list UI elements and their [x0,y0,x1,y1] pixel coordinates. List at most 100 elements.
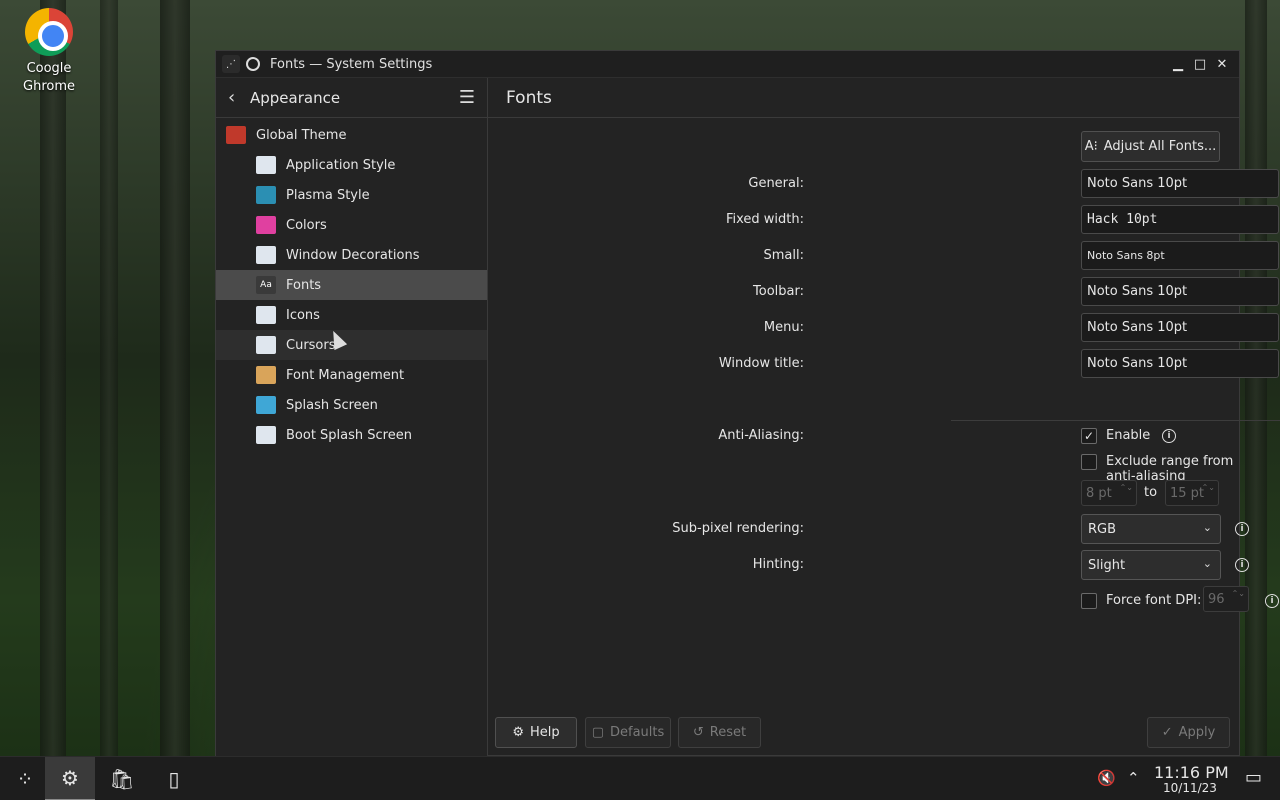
sidebar-item-global-theme[interactable]: Global Theme [216,120,487,150]
chevron-down-icon: ⌄ [1202,557,1212,570]
help-icon: ⚙ [512,725,524,740]
desktop-icon-label: Coogle [26,61,72,76]
menu-font-field[interactable]: Noto Sans 10pt [1081,313,1279,342]
boot-splash-screen-icon [256,426,276,444]
plasma-style-icon [256,186,276,204]
maximize-button[interactable]: □ [1189,53,1211,75]
range-to-value: 15 pt [1170,485,1205,501]
sidebar-item-application-style[interactable]: Application Style [216,150,487,180]
app-launcher-icon[interactable]: ⁘ [0,757,50,800]
sidebar-title: Appearance [250,88,341,107]
help-button[interactable]: ⚙ Help [495,717,577,748]
reset-label: Reset [709,725,747,740]
help-label: Help [530,725,560,740]
sidebar-item-label: Icons [286,307,320,323]
toolbar-font-label: Toolbar: [753,284,804,299]
defaults-button[interactable]: ▢ Defaults [585,717,671,748]
sidebar-item-icons[interactable]: Icons [216,300,487,330]
small-font-field[interactable]: Noto Sans 8pt [1081,241,1279,270]
sidebar-item-label: Splash Screen [286,397,378,413]
defaults-label: Defaults [610,725,665,740]
spin-arrows-icon: ⌃⌄ [1231,589,1245,598]
anti-aliasing-enable-checkbox[interactable]: ✓ [1081,428,1097,444]
sidebar-list: Global Theme Application Style Plasma Styl… [216,118,487,450]
apply-icon: ✓ [1161,725,1173,740]
icons-icon [256,306,276,324]
sidebar-item-label: Boot Splash Screen [286,427,412,443]
close-button[interactable]: ✕ [1211,53,1233,75]
system-settings-window: ⋰ Fonts — System Settings ▁ □ ✕ ‹ Appear… [215,50,1280,756]
range-from-value: 8 pt [1086,485,1112,501]
general-font-label: General: [748,176,804,191]
main-panel: Fonts A⁝ Adjust All Fonts... General: Not… [488,78,1280,756]
show-desktop-icon[interactable]: ▭ [1245,767,1262,788]
adjust-all-fonts-label: Adjust All Fonts... [1103,139,1217,154]
sidebar-item-label: Fonts [286,277,322,293]
sidebar-item-label: Font Management [286,367,405,383]
window-app-icon[interactable]: ⋰ [222,55,240,73]
anti-aliasing-info-icon[interactable]: i [1162,429,1176,443]
taskbar-system-settings[interactable]: ⚙ [45,757,95,800]
exclude-range-checkbox[interactable] [1081,454,1097,470]
sidebar-item-label: Plasma Style [286,187,370,203]
subpixel-info-icon[interactable]: i [1235,522,1249,536]
subpixel-label: Sub-pixel rendering: [672,521,804,536]
force-dpi-info-icon[interactable]: i [1265,594,1279,608]
force-dpi-checkbox[interactable] [1081,593,1097,609]
sidebar-item-colors[interactable]: Colors [216,210,487,240]
volume-muted-icon[interactable]: 🔇 [1097,769,1116,787]
force-dpi-spinbox[interactable]: 96 ⌃⌄ [1203,586,1249,612]
subpixel-rendering-select[interactable]: RGB ⌄ [1081,514,1221,544]
range-to-spinbox[interactable]: 15 pt ⌃⌄ [1165,480,1219,506]
fixed-width-font-label: Fixed width: [725,212,804,227]
sidebar-item-fonts[interactable]: Aa Fonts [216,270,487,300]
defaults-icon: ▢ [591,725,604,740]
tray-expand-icon[interactable]: ⌃ [1127,769,1140,787]
sidebar-item-label: Cursors [286,337,336,353]
hinting-label: Hinting: [752,557,804,572]
enable-label: Enable [1106,428,1151,443]
force-dpi-value: 96 [1208,591,1225,607]
back-arrow-icon[interactable]: ‹ [228,87,250,108]
splash-screen-icon [256,396,276,414]
taskbar-discover-store-icon[interactable]: 🛍 [97,757,147,800]
minimize-button[interactable]: ▁ [1167,53,1189,75]
font-management-icon [256,366,276,384]
range-from-spinbox[interactable]: 8 pt ⌃⌄ [1081,480,1137,506]
force-dpi-label: Force font DPI: [1106,593,1202,608]
title-bar[interactable]: ⋰ Fonts — System Settings ▁ □ ✕ [216,51,1239,78]
clock-date[interactable]: 10/11/23 [1163,781,1217,795]
hinting-info-icon[interactable]: i [1235,558,1249,572]
cursors-icon [256,336,276,354]
chrome-icon [25,8,73,56]
small-font-label: Small: [763,248,805,263]
spin-arrows-icon: ⌃⌄ [1201,483,1215,492]
taskbar-file-icon[interactable]: ▯ [149,757,199,800]
hinting-select[interactable]: Slight ⌄ [1081,550,1221,580]
sidebar-item-boot-splash-screen[interactable]: Boot Splash Screen [216,420,487,450]
sidebar-item-cursors[interactable]: Cursors [216,330,487,360]
range-to-label: to [1144,485,1158,500]
adjust-all-fonts-button[interactable]: A⁝ Adjust All Fonts... [1081,131,1220,162]
hamburger-menu-icon[interactable]: ☰ [459,87,475,108]
sidebar-header: ‹ Appearance ☰ [216,78,487,118]
toolbar-font-field[interactable]: Noto Sans 10pt [1081,277,1279,306]
window-decorations-icon [256,246,276,264]
taskbar: ⁘ ⚙ 🛍 ▯ 🔇 ⌃ 11:16 PM 10/11/23 ▭ [0,756,1280,800]
adjust-fonts-icon: A⁝ [1084,139,1098,154]
sidebar-item-splash-screen[interactable]: Splash Screen [216,390,487,420]
global-theme-icon [226,126,246,144]
reset-icon: ↺ [692,725,704,740]
general-font-field[interactable]: Noto Sans 10pt [1081,169,1279,198]
keep-above-icon[interactable] [246,57,260,71]
clock-time[interactable]: 11:16 PM [1154,763,1229,782]
sidebar-item-font-management[interactable]: Font Management [216,360,487,390]
desktop-icon-chrome[interactable]: Coogle Ghrome [14,8,84,96]
window-title-font-field[interactable]: Noto Sans 10pt [1081,349,1279,378]
apply-button[interactable]: ✓ Apply [1147,717,1230,748]
spin-arrows-icon: ⌃⌄ [1119,483,1133,492]
reset-button[interactable]: ↺ Reset [678,717,761,748]
fixed-width-font-field[interactable]: Hack 10pt [1081,205,1279,234]
sidebar-item-window-decorations[interactable]: Window Decorations [216,240,487,270]
sidebar-item-plasma-style[interactable]: Plasma Style [216,180,487,210]
